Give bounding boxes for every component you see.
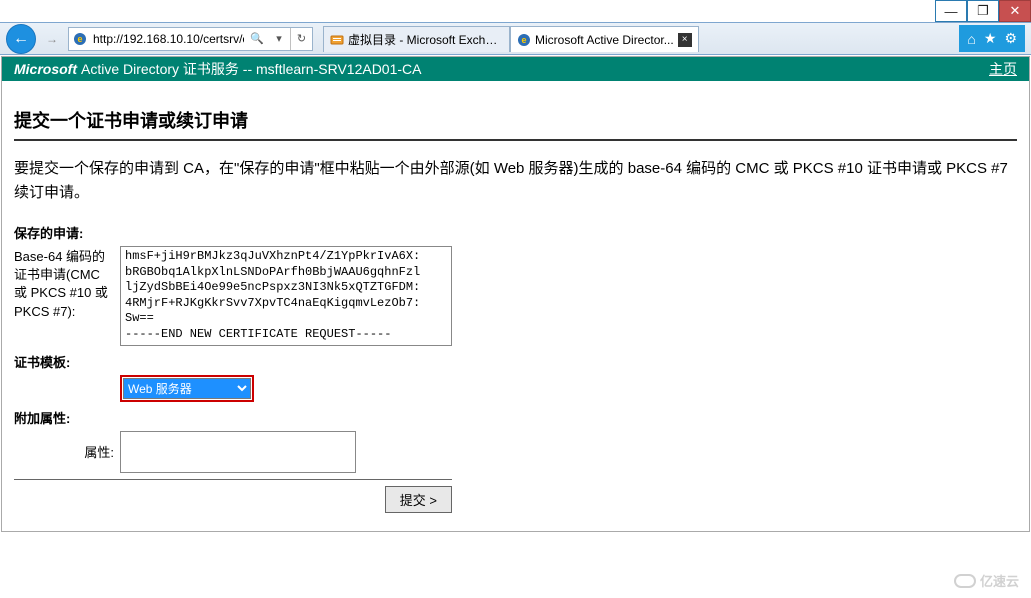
submit-row: 提交 > xyxy=(14,486,452,513)
window-maximize-button[interactable]: ❐ xyxy=(967,0,999,22)
tab-ad-certservices[interactable]: e Microsoft Active Director... × xyxy=(510,26,699,52)
nav-forward-button[interactable]: → xyxy=(40,27,64,51)
window-minimize-button[interactable]: — xyxy=(935,0,967,22)
template-select-highlight: Web 服务器 xyxy=(120,375,254,402)
tab-exchange-virtualdir[interactable]: 虚拟目录 - Microsoft Exchan... xyxy=(323,26,510,52)
settings-icon[interactable]: ⚙ xyxy=(1004,30,1017,47)
saved-request-section-label: 保存的申请: xyxy=(14,223,1017,242)
ie-page-icon: e xyxy=(69,32,91,46)
ie-icon: e xyxy=(517,33,531,47)
title-divider xyxy=(14,139,1017,141)
attributes-row: 属性: xyxy=(14,431,1017,473)
home-icon[interactable]: ⌂ xyxy=(967,31,975,47)
nav-back-button[interactable]: ← xyxy=(6,24,36,54)
exchange-icon xyxy=(330,33,344,47)
url-input[interactable] xyxy=(91,28,246,50)
attributes-textarea[interactable] xyxy=(120,431,356,473)
page-content: 提交一个证书申请或续订申请 要提交一个保存的申请到 CA，在"保存的申请"框中粘… xyxy=(2,81,1029,531)
window-controls: — ❐ ✕ xyxy=(935,0,1031,22)
search-button[interactable]: 🔍 xyxy=(246,28,268,50)
tab-label: Microsoft Active Director... xyxy=(535,33,674,47)
chrome-right-controls: ⌂ ★ ⚙ xyxy=(959,25,1025,52)
attributes-section-label: 附加属性: xyxy=(14,408,1017,427)
submit-button[interactable]: 提交 > xyxy=(385,486,452,513)
window-close-button[interactable]: ✕ xyxy=(999,0,1031,22)
saved-request-textarea[interactable] xyxy=(120,246,452,346)
watermark-text: 亿速云 xyxy=(980,571,1019,590)
page-description: 要提交一个保存的申请到 CA，在"保存的申请"框中粘贴一个由外部源(如 Web … xyxy=(14,157,1017,205)
submit-section: 提交 > xyxy=(14,479,1017,513)
template-spacer xyxy=(14,375,114,377)
banner-brand: Microsoft xyxy=(14,61,77,77)
banner-home-link[interactable]: 主页 xyxy=(989,59,1017,79)
saved-request-row: Base-64 编码的证书申请(CMC 或 PKCS #10 或 PKCS #7… xyxy=(14,246,1017,346)
favorites-icon[interactable]: ★ xyxy=(984,30,997,47)
template-select[interactable]: Web 服务器 xyxy=(123,378,251,399)
svg-text:e: e xyxy=(521,35,526,45)
cert-services-banner: Microsoft Active Directory 证书服务 -- msftl… xyxy=(2,57,1029,81)
saved-request-field-label: Base-64 编码的证书申请(CMC 或 PKCS #10 或 PKCS #7… xyxy=(14,246,114,321)
window-titlebar: — ❐ ✕ xyxy=(0,0,1031,22)
template-row: Web 服务器 xyxy=(14,375,1017,402)
submit-divider xyxy=(14,479,452,480)
watermark: 亿速云 xyxy=(954,571,1019,590)
attributes-field-label: 属性: xyxy=(14,442,114,462)
page-title: 提交一个证书申请或续订申请 xyxy=(14,107,1017,133)
refresh-button[interactable]: ↻ xyxy=(290,28,312,50)
address-bar: e 🔍 ▾ ↻ xyxy=(68,27,313,51)
page-viewport: Microsoft Active Directory 证书服务 -- msftl… xyxy=(0,55,1031,533)
svg-text:e: e xyxy=(77,34,82,44)
browser-toolbar: ← → e 🔍 ▾ ↻ 虚拟目录 - Microsoft Exchan... e… xyxy=(0,22,1031,55)
page-frame: Microsoft Active Directory 证书服务 -- msftl… xyxy=(1,56,1030,532)
url-dropdown-button[interactable]: ▾ xyxy=(268,28,290,50)
banner-service-text: Active Directory 证书服务 -- msftlearn-SRV12… xyxy=(81,59,421,79)
tab-strip: 虚拟目录 - Microsoft Exchan... e Microsoft A… xyxy=(323,25,699,52)
watermark-icon xyxy=(954,574,976,588)
tab-label: 虚拟目录 - Microsoft Exchan... xyxy=(348,31,503,48)
template-section-label: 证书模板: xyxy=(14,352,1017,371)
tab-close-button[interactable]: × xyxy=(678,33,692,47)
